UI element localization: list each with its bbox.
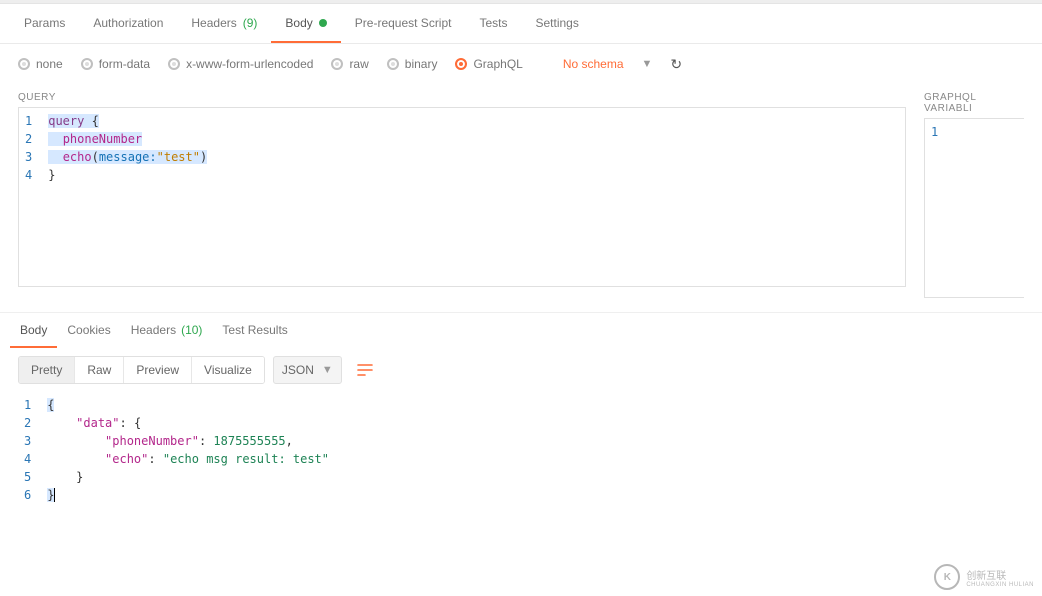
- variables-editor[interactable]: 1: [924, 118, 1024, 298]
- resp-tab-testresults[interactable]: Test Results: [212, 313, 297, 348]
- editors-row: QUERY 1 2 3 4 query { phoneNumber echo(m…: [0, 84, 1042, 298]
- query-gutter: 1 2 3 4: [19, 108, 42, 286]
- response-code[interactable]: { "data": { "phoneNumber": 1875555555, "…: [41, 392, 1024, 508]
- headers-count-badge: (9): [243, 16, 258, 30]
- tab-authorization[interactable]: Authorization: [79, 4, 177, 43]
- resp-tab-body[interactable]: Body: [10, 313, 57, 348]
- variables-label: GRAPHQL VARIABLI: [924, 92, 1024, 114]
- radio-raw[interactable]: raw: [331, 57, 368, 71]
- tab-body[interactable]: Body: [271, 4, 340, 43]
- request-tabs: Params Authorization Headers (9) Body Pr…: [0, 4, 1042, 44]
- variables-gutter: 1: [925, 119, 948, 297]
- wrap-lines-icon[interactable]: [350, 356, 380, 384]
- query-editor-column: QUERY 1 2 3 4 query { phoneNumber echo(m…: [18, 92, 906, 298]
- format-select[interactable]: JSON ▼: [273, 356, 342, 384]
- radio-binary[interactable]: binary: [387, 57, 438, 71]
- radio-icon: [387, 58, 399, 70]
- radio-form-data[interactable]: form-data: [81, 57, 150, 71]
- resp-headers-count-badge: (10): [181, 323, 202, 337]
- response-tabs: Body Cookies Headers(10) Test Results: [0, 312, 1042, 348]
- radio-none[interactable]: none: [18, 57, 63, 71]
- resp-tab-headers[interactable]: Headers(10): [121, 313, 213, 348]
- resp-tab-cookies[interactable]: Cookies: [57, 313, 120, 348]
- response-gutter: 1 2 3 4 5 6: [18, 392, 41, 508]
- radio-icon: [168, 58, 180, 70]
- tab-settings[interactable]: Settings: [522, 4, 593, 43]
- response-body[interactable]: 1 2 3 4 5 6 { "data": { "phoneNumber": 1…: [0, 392, 1042, 508]
- body-type-row: none form-data x-www-form-urlencoded raw…: [0, 44, 1042, 84]
- variables-editor-column: GRAPHQL VARIABLI 1: [924, 92, 1024, 298]
- radio-icon: [18, 58, 30, 70]
- tab-prerequest[interactable]: Pre-request Script: [341, 4, 466, 43]
- refresh-icon[interactable]: ↻: [670, 56, 682, 73]
- tab-headers[interactable]: Headers (9): [177, 4, 271, 43]
- tab-tests[interactable]: Tests: [465, 4, 521, 43]
- view-pretty-button[interactable]: Pretty: [19, 357, 74, 383]
- response-toolbar: Pretty Raw Preview Visualize JSON ▼: [0, 348, 1042, 392]
- tab-params[interactable]: Params: [10, 4, 79, 43]
- schema-status: No schema: [563, 57, 624, 71]
- view-visualize-button[interactable]: Visualize: [191, 357, 264, 383]
- query-code[interactable]: query { phoneNumber echo(message:"test")…: [42, 108, 213, 286]
- view-preview-button[interactable]: Preview: [123, 357, 191, 383]
- radio-icon: [331, 58, 343, 70]
- variables-code[interactable]: [948, 119, 960, 297]
- chevron-down-icon: ▼: [322, 364, 333, 376]
- view-raw-button[interactable]: Raw: [74, 357, 123, 383]
- query-editor[interactable]: 1 2 3 4 query { phoneNumber echo(message…: [18, 107, 906, 287]
- radio-graphql[interactable]: GraphQL: [455, 57, 522, 71]
- radio-x-www-form-urlencoded[interactable]: x-www-form-urlencoded: [168, 57, 313, 71]
- watermark-logo-icon: K: [934, 564, 960, 590]
- query-label: QUERY: [18, 92, 906, 103]
- radio-icon: [81, 58, 93, 70]
- watermark: K 创新互联 CHUANGXIN HULIAN: [934, 564, 1034, 590]
- chevron-down-icon[interactable]: ▼: [642, 58, 653, 70]
- radio-icon: [455, 58, 467, 70]
- modified-dot-icon: [319, 19, 327, 27]
- view-mode-group: Pretty Raw Preview Visualize: [18, 356, 265, 384]
